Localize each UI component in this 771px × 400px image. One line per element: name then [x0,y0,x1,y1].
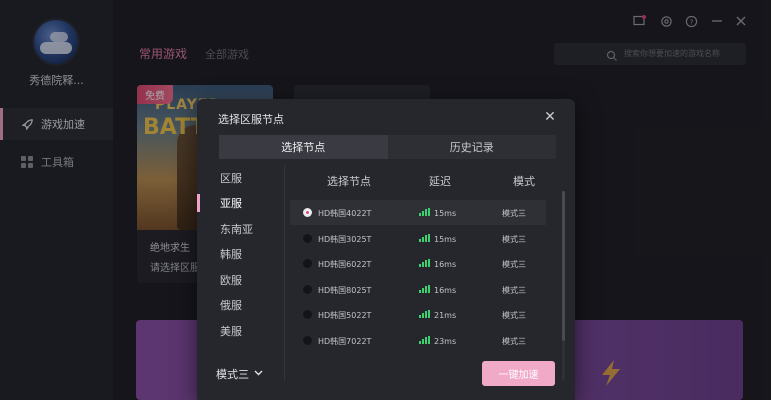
node-latency: 16ms [434,260,457,269]
node-row[interactable]: HD韩国3025T 15ms 模式三 [290,226,546,251]
column-header-latency: 延迟 [429,175,451,188]
node-latency: 15ms [434,209,457,218]
node-mode: 模式三 [502,234,526,244]
node-name: HD韩国3025T [318,234,372,244]
scrollbar-thumb[interactable] [562,191,565,341]
node-name: HD韩国7022T [318,336,372,346]
region-item-europe[interactable]: 欧服 [197,267,285,293]
node-mode: 模式三 [502,260,526,269]
column-header-node: 选择节点 [327,175,371,188]
node-name: HD韩国8025T [318,285,372,295]
node-radio[interactable] [303,284,312,294]
region-item-asia[interactable]: 亚服 [197,190,285,216]
node-radio[interactable] [303,208,312,217]
signal-icon [419,335,430,344]
close-icon[interactable]: ✕ [543,110,557,124]
node-latency: 15ms [434,234,457,244]
node-latency: 23ms [434,336,457,346]
node-radio[interactable] [303,335,312,345]
node-mode: 模式三 [502,285,526,295]
node-row[interactable]: HD韩国5022T 21ms 模式三 [290,302,546,327]
node-mode: 模式三 [502,311,526,320]
dialog-tabs: 选择节点 历史记录 [219,135,556,159]
region-header: 区服 [220,172,242,185]
mode-dropdown-value: 模式三 [216,368,249,381]
node-radio[interactable] [303,310,312,319]
node-radio[interactable] [303,259,312,268]
chevron-down-icon [254,369,263,379]
node-latency: 21ms [434,311,457,320]
region-item-russia[interactable]: 俄服 [197,292,285,318]
node-latency: 16ms [434,285,457,295]
node-mode: 模式三 [502,336,526,346]
node-row[interactable]: HD韩国4022T 15ms 模式三 [290,200,546,225]
dialog-title: 选择区服节点 [218,113,284,126]
tab-select-node[interactable]: 选择节点 [219,135,388,159]
node-radio[interactable] [303,233,312,243]
server-select-dialog: 选择区服节点 ✕ 选择节点 历史记录 区服 亚服 东南亚 韩服 欧服 俄服 美服… [197,99,575,400]
accelerate-button[interactable]: 一键加速 [482,361,555,386]
region-item-america[interactable]: 美服 [197,318,285,344]
signal-icon [419,259,430,267]
node-name: HD韩国6022T [318,260,372,269]
scrollbar[interactable] [562,191,565,381]
node-row[interactable]: HD韩国8025T 16ms 模式三 [290,277,546,302]
region-item-korea[interactable]: 韩服 [197,241,285,267]
tab-history[interactable]: 历史记录 [388,135,557,159]
signal-icon [419,233,430,242]
mode-dropdown[interactable]: 模式三 [216,366,263,382]
node-mode: 模式三 [502,209,526,218]
column-header-mode: 模式 [513,175,535,188]
region-item-southeast-asia[interactable]: 东南亚 [197,216,285,242]
signal-icon [419,310,430,318]
node-name: HD韩国5022T [318,311,372,320]
divider [284,165,285,381]
node-row[interactable]: HD韩国6022T 16ms 模式三 [290,251,546,276]
node-name: HD韩国4022T [318,209,372,218]
node-row[interactable]: HD韩国7022T 23ms 模式三 [290,328,546,353]
signal-icon [419,208,430,216]
signal-icon [419,284,430,293]
